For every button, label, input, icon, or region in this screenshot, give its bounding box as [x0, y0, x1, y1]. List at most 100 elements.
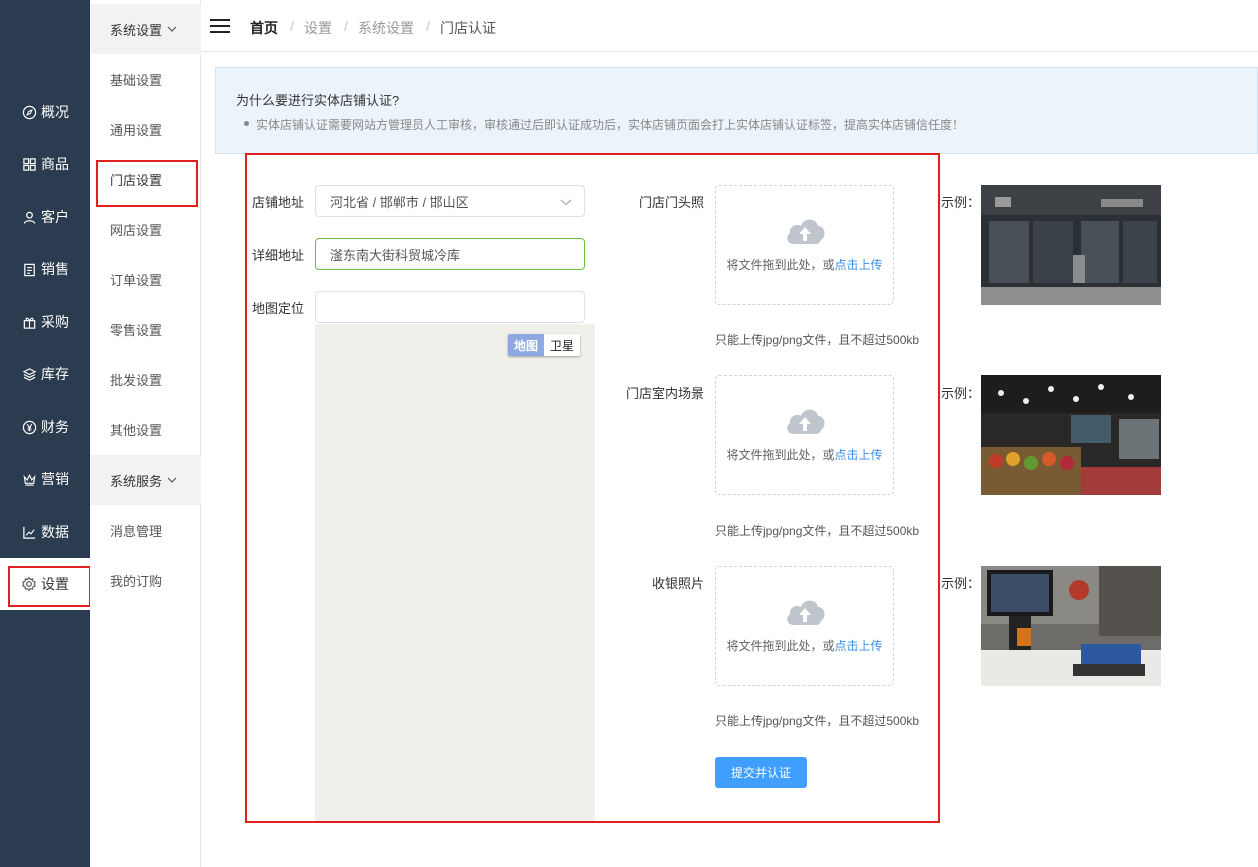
submenu-group-system-services[interactable]: 系统服务 [90, 455, 201, 505]
example-label: 示例： [941, 576, 981, 591]
banner-title: 为什么要进行实体店铺认证? [236, 93, 400, 108]
chevron-down-icon [560, 199, 572, 206]
nav-label: 营销 [41, 471, 69, 487]
region-select[interactable]: 河北省 / 邯郸市 / 邯山区 [315, 185, 585, 217]
submenu-item-wholesale[interactable]: 批发设置 [90, 354, 201, 404]
submenu-item-other[interactable]: 其他设置 [90, 404, 201, 454]
cloud-upload-icon [786, 219, 825, 244]
nav-item-goods[interactable]: 商品 [0, 144, 90, 184]
upload-text-main: 将文件拖到此处，或 [726, 448, 835, 462]
compass-icon [21, 104, 37, 120]
address-label: 店铺地址 [251, 195, 304, 210]
example-label: 示例： [941, 195, 981, 210]
chevron-down-icon [167, 26, 177, 32]
nav-label: 商品 [41, 156, 69, 172]
breadcrumb-separator: / [344, 18, 348, 34]
map-location-input[interactable] [315, 291, 585, 323]
upload-text: 将文件拖到此处，或点击上传 [726, 637, 882, 654]
top-bar: 首页 / 设置 / 系统设置 / 门店认证 [201, 0, 1258, 52]
chart-icon [21, 524, 37, 540]
cloud-upload-icon [786, 409, 825, 434]
detail-address-value: 滏东南大街科贸城冷库 [330, 247, 461, 263]
detail-address-input[interactable]: 滏东南大街科贸城冷库 [315, 238, 585, 270]
bullet-dot [244, 121, 249, 126]
upload-text: 将文件拖到此处，或点击上传 [726, 256, 882, 273]
nav-item-settings[interactable]: 设置 [0, 558, 90, 610]
gear-icon [21, 576, 37, 592]
upload-link[interactable]: 点击上传 [835, 448, 883, 462]
submenu-item-retail[interactable]: 零售设置 [90, 304, 201, 354]
nav-label: 销售 [41, 261, 69, 277]
grid-icon [21, 156, 37, 172]
nav-item-sales[interactable]: 销售 [0, 249, 90, 289]
submit-button[interactable]: 提交并认证 [715, 757, 807, 788]
breadcrumb-home[interactable]: 首页 [250, 18, 278, 38]
layers-icon [21, 366, 37, 382]
settings-submenu: 系统设置 基础设置 通用设置 门店设置 网店设置 订单设置 零售设置 批发设置 … [90, 0, 201, 867]
upload-text: 将文件拖到此处，或点击上传 [726, 446, 882, 463]
example-photo-interior [981, 375, 1161, 495]
breadcrumb-current: 门店认证 [440, 20, 496, 36]
submenu-item-store[interactable]: 门店设置 [90, 154, 201, 204]
submenu-item-online-store[interactable]: 网店设置 [90, 204, 201, 254]
nav-item-overview[interactable]: 概况 [0, 92, 90, 132]
submenu-group-system-settings[interactable]: 系统设置 [90, 4, 201, 54]
upload-dropzone-cashier[interactable]: 将文件拖到此处，或点击上传 [715, 566, 894, 686]
nav-label: 数据 [41, 524, 69, 540]
breadcrumb-settings[interactable]: 设置 [304, 18, 332, 38]
upload-label-storefront: 门店门头照 [638, 195, 704, 210]
submenu-item-subscriptions[interactable]: 我的订购 [90, 555, 201, 605]
clipboard-icon [21, 261, 37, 277]
submenu-item-order[interactable]: 订单设置 [90, 254, 201, 304]
submenu-group-label: 系统服务 [110, 473, 163, 489]
upload-link[interactable]: 点击上传 [835, 639, 883, 653]
nav-item-customers[interactable]: 客户 [0, 197, 90, 237]
map-canvas[interactable]: 地图 卫星 [315, 324, 595, 821]
main-nav: 概况 商品 客户 销售 采购 库存 财务 营销 数据 设置 [0, 0, 90, 867]
region-select-value: 河北省 / 邯郸市 / 邯山区 [330, 194, 469, 210]
map-type-satellite-button[interactable]: 卫星 [544, 334, 581, 356]
upload-text-main: 将文件拖到此处，或 [726, 258, 835, 272]
nav-item-inventory[interactable]: 库存 [0, 354, 90, 394]
nav-item-purchase[interactable]: 采购 [0, 302, 90, 342]
nav-label: 库存 [41, 366, 69, 382]
nav-item-data[interactable]: 数据 [0, 512, 90, 552]
info-banner: 为什么要进行实体店铺认证? 实体店铺认证需要网站方管理员人工审核，审核通过后即认… [215, 67, 1258, 154]
example-photo-cashier [981, 566, 1161, 686]
banner-text: 实体店铺认证需要网站方管理员人工审核，审核通过后即认证成功后，实体店铺页面会打上… [256, 118, 965, 132]
upload-text-main: 将文件拖到此处，或 [726, 639, 835, 653]
submenu-item-messages[interactable]: 消息管理 [90, 505, 201, 555]
map-type-switch: 地图 卫星 [508, 334, 581, 356]
upload-label-cashier: 收银照片 [651, 576, 704, 591]
submenu-item-general[interactable]: 通用设置 [90, 104, 201, 154]
gift-icon [21, 314, 37, 330]
map-location-label: 地图定位 [251, 301, 304, 316]
nav-label: 设置 [41, 576, 69, 592]
upload-dropzone-interior[interactable]: 将文件拖到此处，或点击上传 [715, 375, 894, 495]
breadcrumb-system-settings[interactable]: 系统设置 [358, 18, 414, 38]
hamburger-menu-icon[interactable] [210, 18, 230, 34]
submenu-group-label: 系统设置 [110, 22, 163, 38]
nav-label: 财务 [41, 419, 69, 435]
nav-label: 客户 [41, 209, 69, 225]
upload-dropzone-storefront[interactable]: 将文件拖到此处，或点击上传 [715, 185, 894, 305]
crown-icon [21, 471, 37, 487]
upload-hint: 只能上传jpg/png文件，且不超过500kb [715, 714, 920, 728]
breadcrumb-separator: / [426, 18, 430, 34]
breadcrumb-separator: / [290, 18, 294, 34]
detail-address-label: 详细地址 [251, 248, 304, 263]
upload-link[interactable]: 点击上传 [835, 258, 883, 272]
chevron-down-icon [167, 477, 177, 483]
upload-hint: 只能上传jpg/png文件，且不超过500kb [715, 333, 920, 347]
example-photo-storefront [981, 185, 1161, 305]
upload-label-interior: 门店室内场景 [625, 386, 704, 401]
yen-icon [21, 419, 37, 435]
nav-item-marketing[interactable]: 营销 [0, 459, 90, 499]
nav-item-finance[interactable]: 财务 [0, 407, 90, 447]
cloud-upload-icon [786, 600, 825, 625]
user-icon [21, 209, 37, 225]
map-type-map-button[interactable]: 地图 [508, 334, 545, 356]
nav-label: 概况 [41, 104, 69, 120]
example-label: 示例： [941, 386, 981, 401]
submenu-item-basic[interactable]: 基础设置 [90, 54, 201, 104]
